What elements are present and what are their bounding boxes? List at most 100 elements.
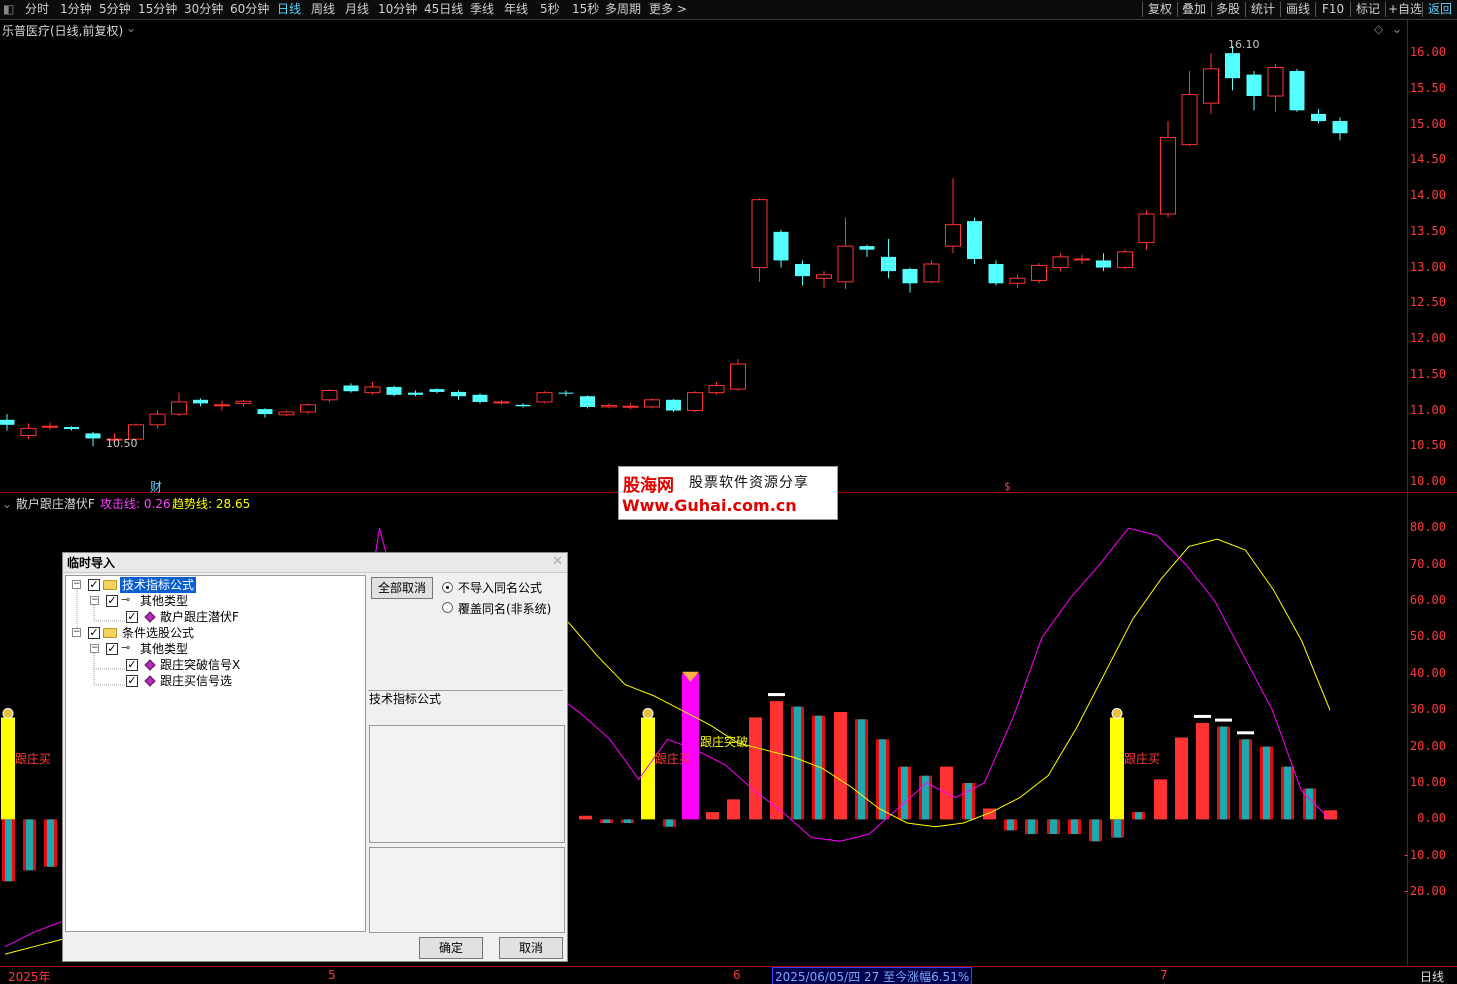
candle-body-down: [1246, 74, 1262, 97]
histogram-bar-cyan: [1306, 788, 1313, 820]
toolbar-separator: [1280, 2, 1281, 17]
period-60min[interactable]: 60分钟: [230, 0, 269, 19]
checkbox[interactable]: ✓: [126, 611, 138, 623]
period-45day[interactable]: 45日线: [424, 0, 463, 19]
candle-body-down: [1225, 53, 1240, 79]
folder-icon: [103, 628, 117, 638]
toolbar-separator: [1385, 2, 1386, 17]
breakout-column: [682, 673, 699, 820]
close-icon[interactable]: ✕: [552, 554, 563, 569]
price-tick-label: 12.00: [1409, 331, 1446, 346]
peak-marker: [1215, 718, 1232, 722]
toolbar-separator: [1177, 2, 1178, 17]
add-favorite-button[interactable]: +自选: [1388, 0, 1422, 19]
candle-body-down: [0, 419, 15, 425]
period-5sec[interactable]: 5秒: [540, 0, 560, 19]
candle-body-down: [967, 221, 982, 259]
candle-body-up: [1031, 264, 1047, 281]
candle-body-up: [923, 263, 940, 283]
period-multi[interactable]: 多周期: [605, 0, 641, 19]
candle-body-up: [730, 363, 746, 390]
key-icon: ⊸: [121, 641, 131, 654]
statistics-button[interactable]: 统计: [1251, 0, 1275, 19]
checkbox[interactable]: ✓: [88, 627, 100, 639]
toolbar-separator: [1245, 2, 1246, 17]
folder-icon: [103, 580, 117, 590]
date-axis-bar: 2025年 5 6 2025/06/05/四 27 至今涨幅6.51% 7 日线: [0, 966, 1457, 984]
price-tick-label: 15.50: [1409, 80, 1446, 95]
period-more[interactable]: 更多 >: [649, 0, 687, 19]
collapse-icon[interactable]: −: [90, 596, 99, 605]
f10-button[interactable]: F10: [1322, 0, 1344, 19]
histogram-bar-cyan: [965, 783, 972, 820]
cancel-all-button[interactable]: 全部取消: [371, 577, 433, 599]
period-5min[interactable]: 5分钟: [99, 0, 131, 19]
period-15min[interactable]: 15分钟: [138, 0, 177, 19]
price-tick-label: 10.00: [1409, 474, 1446, 488]
radio-overwrite[interactable]: [442, 602, 453, 613]
period-10min[interactable]: 10分钟: [378, 0, 417, 19]
period-quarterly[interactable]: 季线: [470, 0, 494, 19]
candle-body-down: [193, 399, 208, 404]
signal-column: [1, 717, 15, 820]
radio-no-import[interactable]: [442, 582, 453, 593]
preview-panel-top: [369, 725, 565, 843]
diamond-icon[interactable]: ◇: [1374, 22, 1383, 36]
watermark-url: Www.Guhai.com.cn: [622, 496, 797, 515]
period-yearly[interactable]: 年线: [504, 0, 528, 19]
price-tick-label: 14.50: [1409, 152, 1446, 167]
trend-line-value: 28.65: [215, 497, 251, 511]
title-dropdown-icon[interactable]: ⌄: [126, 21, 136, 35]
histogram-bar-red: [1175, 737, 1188, 820]
histogram-bar-cyan: [1220, 726, 1227, 820]
period-weekly[interactable]: 周线: [311, 0, 335, 19]
indicator-tick-label: 30.00: [1409, 702, 1446, 717]
finance-marker[interactable]: 财: [150, 478, 162, 495]
formula-tree[interactable]: − ✓ 技术指标公式 − ✓ ⊸ 其他类型 ✓ 散户跟庄潜伏F − ✓ 条件选股…: [65, 575, 366, 932]
mark-button[interactable]: 标记: [1356, 0, 1380, 19]
histogram-bar-red: [983, 808, 996, 820]
histogram-bar-cyan: [1071, 819, 1078, 834]
histogram-bar-cyan: [1114, 819, 1121, 838]
overlay-button[interactable]: 叠加: [1182, 0, 1206, 19]
histogram-bar-cyan: [1028, 819, 1035, 834]
candle-body-down: [472, 394, 488, 402]
restore-rights-button[interactable]: 复权: [1148, 0, 1172, 19]
period-monthly[interactable]: 月线: [345, 0, 369, 19]
checkbox[interactable]: ✓: [106, 595, 118, 607]
chevron-down-icon[interactable]: ⌄: [1392, 22, 1402, 36]
period-fenshi[interactable]: 分时: [25, 0, 49, 19]
candlestick-chart[interactable]: [0, 36, 1407, 492]
dollar-marker[interactable]: $: [1004, 480, 1011, 493]
candle-body-down: [1311, 113, 1326, 122]
checkbox[interactable]: ✓: [126, 659, 138, 671]
back-button[interactable]: 返回: [1428, 0, 1452, 19]
cancel-button[interactable]: 取消: [499, 937, 563, 959]
price-tick-label: 13.50: [1409, 223, 1446, 238]
candle-body-down: [558, 392, 574, 394]
multi-stock-button[interactable]: 多股: [1216, 0, 1240, 19]
histogram-bar-cyan: [1284, 766, 1291, 820]
period-indicator[interactable]: 日线: [1420, 968, 1444, 984]
checkbox[interactable]: ✓: [126, 675, 138, 687]
candle-body-up: [364, 386, 381, 394]
collapse-icon[interactable]: −: [72, 580, 81, 589]
ok-button[interactable]: 确定: [419, 937, 483, 959]
candle-body-up: [149, 413, 166, 426]
checkbox[interactable]: ✓: [106, 643, 118, 655]
signal-buy-label: 跟庄买: [1124, 752, 1161, 766]
candle-body-down: [64, 426, 79, 430]
draw-line-button[interactable]: 画线: [1286, 0, 1310, 19]
checkbox[interactable]: ✓: [88, 579, 100, 591]
histogram-bar-red: [1196, 722, 1209, 820]
period-1min[interactable]: 1分钟: [60, 0, 92, 19]
indicator-dropdown-icon[interactable]: ⌄: [2, 497, 12, 511]
collapse-icon[interactable]: −: [72, 628, 81, 637]
candle-body-down: [386, 386, 402, 395]
period-daily[interactable]: 日线: [277, 0, 301, 19]
period-30min[interactable]: 30分钟: [184, 0, 223, 19]
period-15sec[interactable]: 15秒: [572, 0, 599, 19]
candle-body-down: [515, 404, 531, 407]
toolbar-toggle-icon[interactable]: ◧: [3, 0, 14, 19]
collapse-icon[interactable]: −: [90, 644, 99, 653]
